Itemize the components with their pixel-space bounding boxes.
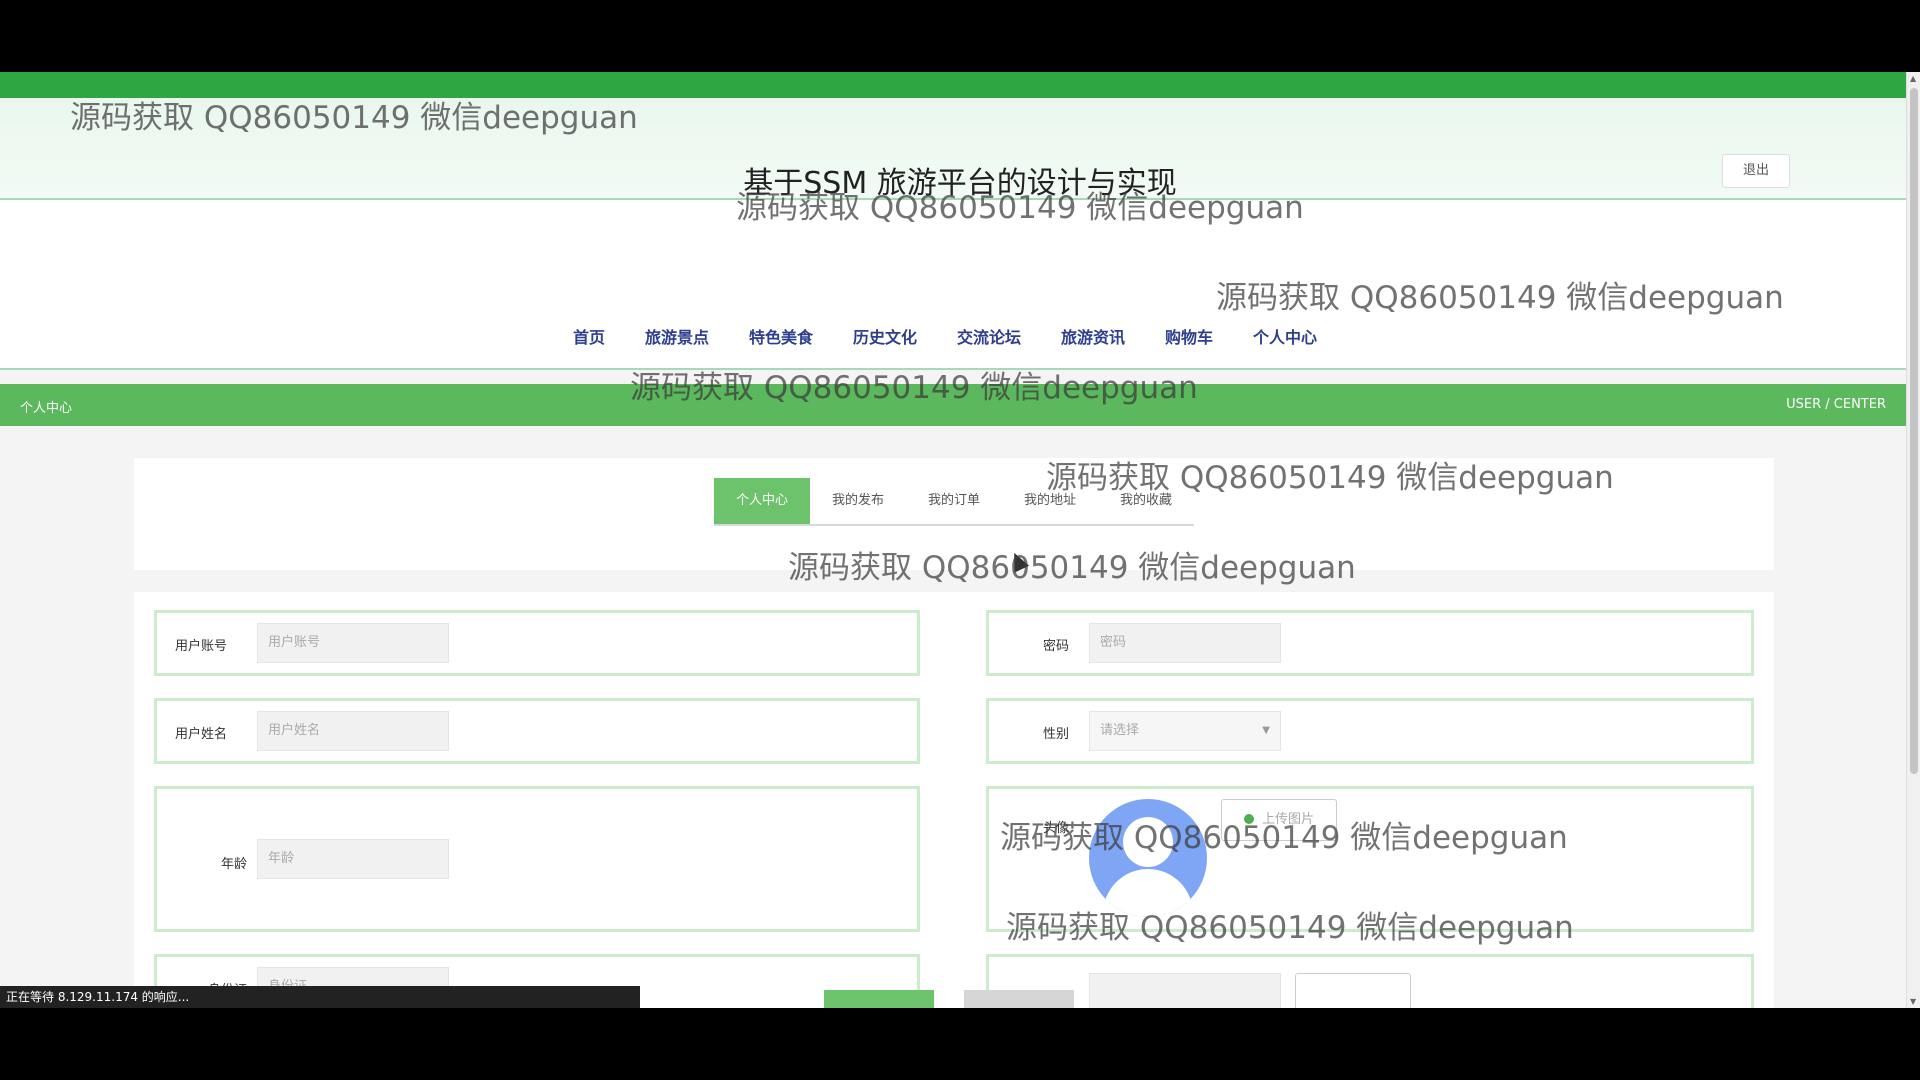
user-tabs: 个人中心 我的发布 我的订单 我的地址 我的收藏 bbox=[714, 478, 1194, 526]
name-field: 用户姓名 用户姓名 bbox=[154, 698, 920, 764]
nav-item-food[interactable]: 特色美食 bbox=[749, 324, 813, 348]
tab-my-posts[interactable]: 我的发布 bbox=[810, 478, 906, 524]
section-bar: 个人中心 USER / CENTER bbox=[0, 384, 1906, 426]
avatar-label: 头像 bbox=[1042, 821, 1069, 836]
site-title: 基于SSM 旅游平台的设计与实现 bbox=[743, 166, 1177, 201]
age-input[interactable]: 年龄 bbox=[257, 839, 449, 879]
password-field: 密码 密码 bbox=[986, 610, 1754, 676]
gender-select[interactable]: 请选择 ▼ bbox=[1089, 711, 1281, 751]
gender-field: 性别 请选择 ▼ bbox=[986, 698, 1754, 764]
gender-label: 性别 bbox=[1042, 727, 1069, 742]
scroll-thumb[interactable] bbox=[1910, 88, 1918, 774]
account-field: 用户账号 用户账号 bbox=[154, 610, 920, 676]
browser-status-bar: 正在等待 8.129.11.174 的响应... bbox=[0, 986, 640, 1008]
extra-input[interactable] bbox=[1089, 973, 1281, 1008]
site-header: 基于SSM 旅游平台的设计与实现 退出 bbox=[0, 98, 1906, 201]
nav-item-news[interactable]: 旅游资讯 bbox=[1061, 324, 1125, 348]
extra-field bbox=[986, 954, 1754, 1008]
page-scrollbar[interactable]: ▲ ▼ bbox=[1906, 72, 1920, 1008]
nav-item-forum[interactable]: 交流论坛 bbox=[957, 324, 1021, 348]
scroll-down-icon[interactable]: ▼ bbox=[1910, 997, 1916, 1006]
nav-item-home[interactable]: 首页 bbox=[573, 324, 605, 348]
section-subtitle: USER / CENTER bbox=[1786, 397, 1886, 412]
logout-button[interactable]: 退出 bbox=[1722, 154, 1790, 188]
upload-icon bbox=[1243, 814, 1254, 824]
chevron-down-icon: ▼ bbox=[1262, 725, 1270, 736]
password-input[interactable]: 密码 bbox=[1089, 623, 1281, 663]
letterbox-top bbox=[0, 0, 1920, 72]
profile-form: 用户账号 用户账号 密码 密码 用户姓名 用户姓名 性别 请选择 ▼ 年龄 年龄 bbox=[134, 592, 1774, 1008]
main-navbar: 首页 旅游景点 特色美食 历史文化 交流论坛 旅游资讯 购物车 个人中心 bbox=[0, 200, 1906, 370]
nav-item-user-center[interactable]: 个人中心 bbox=[1253, 324, 1317, 348]
tab-panel: 个人中心 我的发布 我的订单 我的地址 我的收藏 bbox=[134, 458, 1774, 570]
upload-image-button[interactable]: 上传图片 bbox=[1221, 799, 1337, 841]
account-label: 用户账号 bbox=[174, 639, 227, 654]
account-input[interactable]: 用户账号 bbox=[257, 623, 449, 663]
name-input[interactable]: 用户姓名 bbox=[257, 711, 449, 751]
avatar-field: 头像 上传图片 bbox=[986, 786, 1754, 932]
gender-select-value: 请选择 bbox=[1100, 723, 1140, 738]
letterbox-bottom bbox=[0, 1008, 1920, 1080]
name-label: 用户姓名 bbox=[174, 727, 227, 742]
section-title: 个人中心 bbox=[20, 401, 73, 416]
nav-item-history[interactable]: 历史文化 bbox=[853, 324, 917, 348]
submit-button[interactable] bbox=[824, 990, 934, 1008]
extra-button[interactable] bbox=[1295, 973, 1411, 1008]
age-field: 年龄 年龄 bbox=[154, 786, 920, 932]
tab-my-orders[interactable]: 我的订单 bbox=[906, 478, 1002, 524]
upload-button-label: 上传图片 bbox=[1261, 812, 1314, 827]
nav-item-attractions[interactable]: 旅游景点 bbox=[645, 324, 709, 348]
tab-my-addresses[interactable]: 我的地址 bbox=[1002, 478, 1098, 524]
nav-item-cart[interactable]: 购物车 bbox=[1165, 324, 1213, 348]
reset-button[interactable] bbox=[964, 990, 1074, 1008]
age-label: 年龄 bbox=[220, 857, 247, 872]
tab-my-favorites[interactable]: 我的收藏 bbox=[1098, 478, 1194, 524]
tab-user-center[interactable]: 个人中心 bbox=[714, 478, 810, 524]
scroll-up-icon[interactable]: ▲ bbox=[1910, 74, 1916, 83]
avatar-placeholder-icon bbox=[1089, 799, 1207, 917]
browser-viewport: 基于SSM 旅游平台的设计与实现 退出 首页 旅游景点 特色美食 历史文化 交流… bbox=[0, 72, 1920, 1008]
nav-list: 首页 旅游景点 特色美食 历史文化 交流论坛 旅游资讯 购物车 个人中心 bbox=[0, 324, 1920, 348]
top-strip bbox=[0, 72, 1906, 98]
password-label: 密码 bbox=[1042, 639, 1069, 654]
